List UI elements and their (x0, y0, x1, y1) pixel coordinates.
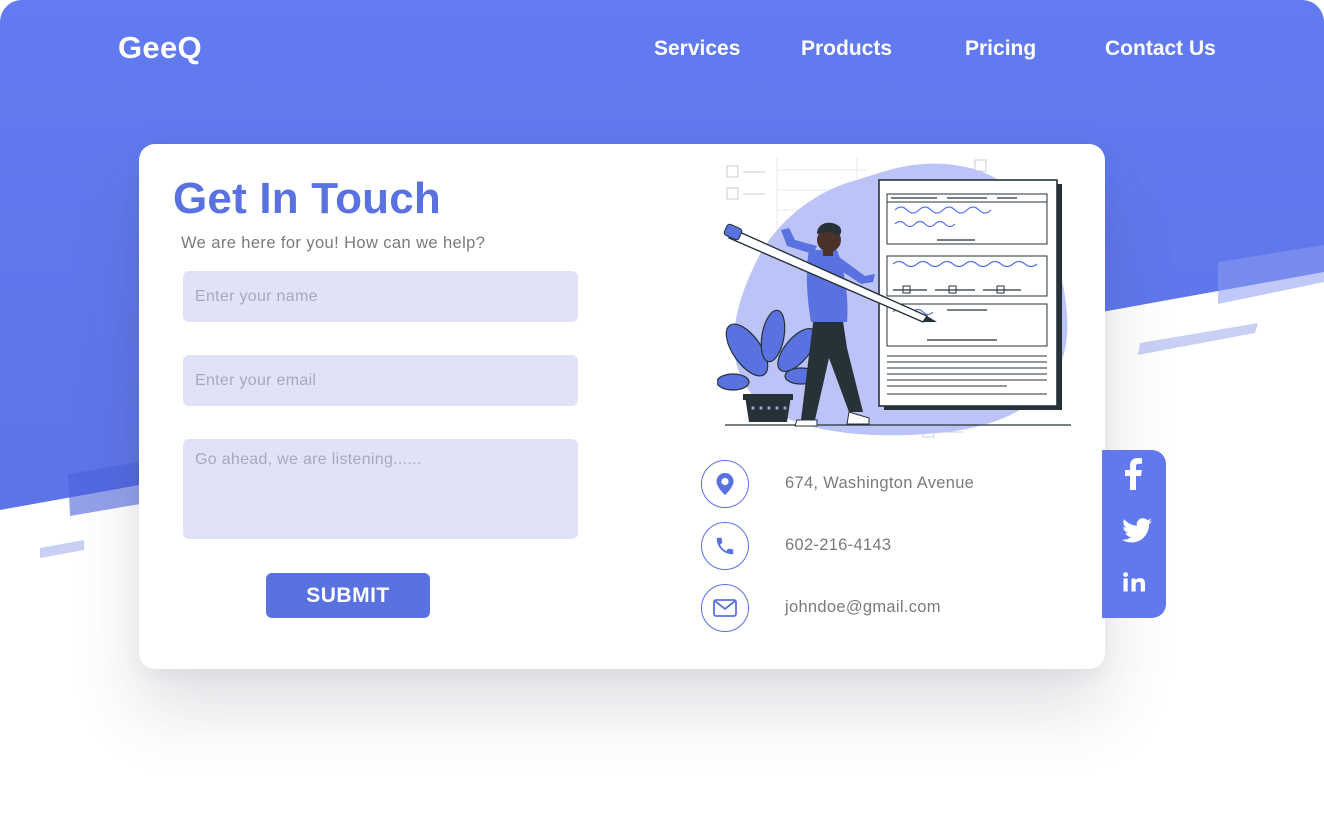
twitter-icon[interactable] (1122, 518, 1152, 544)
form-title: Get In Touch (173, 174, 442, 223)
phone-text: 602-216-4143 (785, 536, 892, 554)
email-text: johndoe@gmail.com (785, 598, 941, 616)
nav-contact-us[interactable]: Contact Us (1105, 37, 1216, 61)
address-text: 674, Washington Avenue (785, 474, 975, 492)
illustration-document (878, 179, 1062, 410)
submit-button[interactable]: SUBMIT (266, 573, 430, 618)
page-frame: GeeQ Services Products Pricing Contact U… (0, 0, 1324, 827)
linkedin-icon[interactable] (1123, 572, 1151, 592)
email-input[interactable] (183, 355, 578, 406)
phone-icon[interactable] (701, 522, 749, 570)
envelope-icon[interactable] (701, 584, 749, 632)
contact-card: Get In Touch We are here for you! How ca… (139, 144, 1105, 669)
brand-logo[interactable]: GeeQ (118, 30, 202, 66)
nav-products[interactable]: Products (801, 37, 892, 61)
nav-services[interactable]: Services (654, 37, 740, 61)
nav-pricing[interactable]: Pricing (965, 37, 1036, 61)
name-input[interactable] (183, 271, 578, 322)
map-pin-icon[interactable] (701, 460, 749, 508)
facebook-icon[interactable] (1122, 458, 1144, 490)
social-links (1102, 450, 1166, 618)
message-textarea[interactable] (183, 439, 578, 539)
form-subtitle: We are here for you! How can we help? (181, 234, 486, 252)
contact-illustration (717, 158, 1071, 438)
